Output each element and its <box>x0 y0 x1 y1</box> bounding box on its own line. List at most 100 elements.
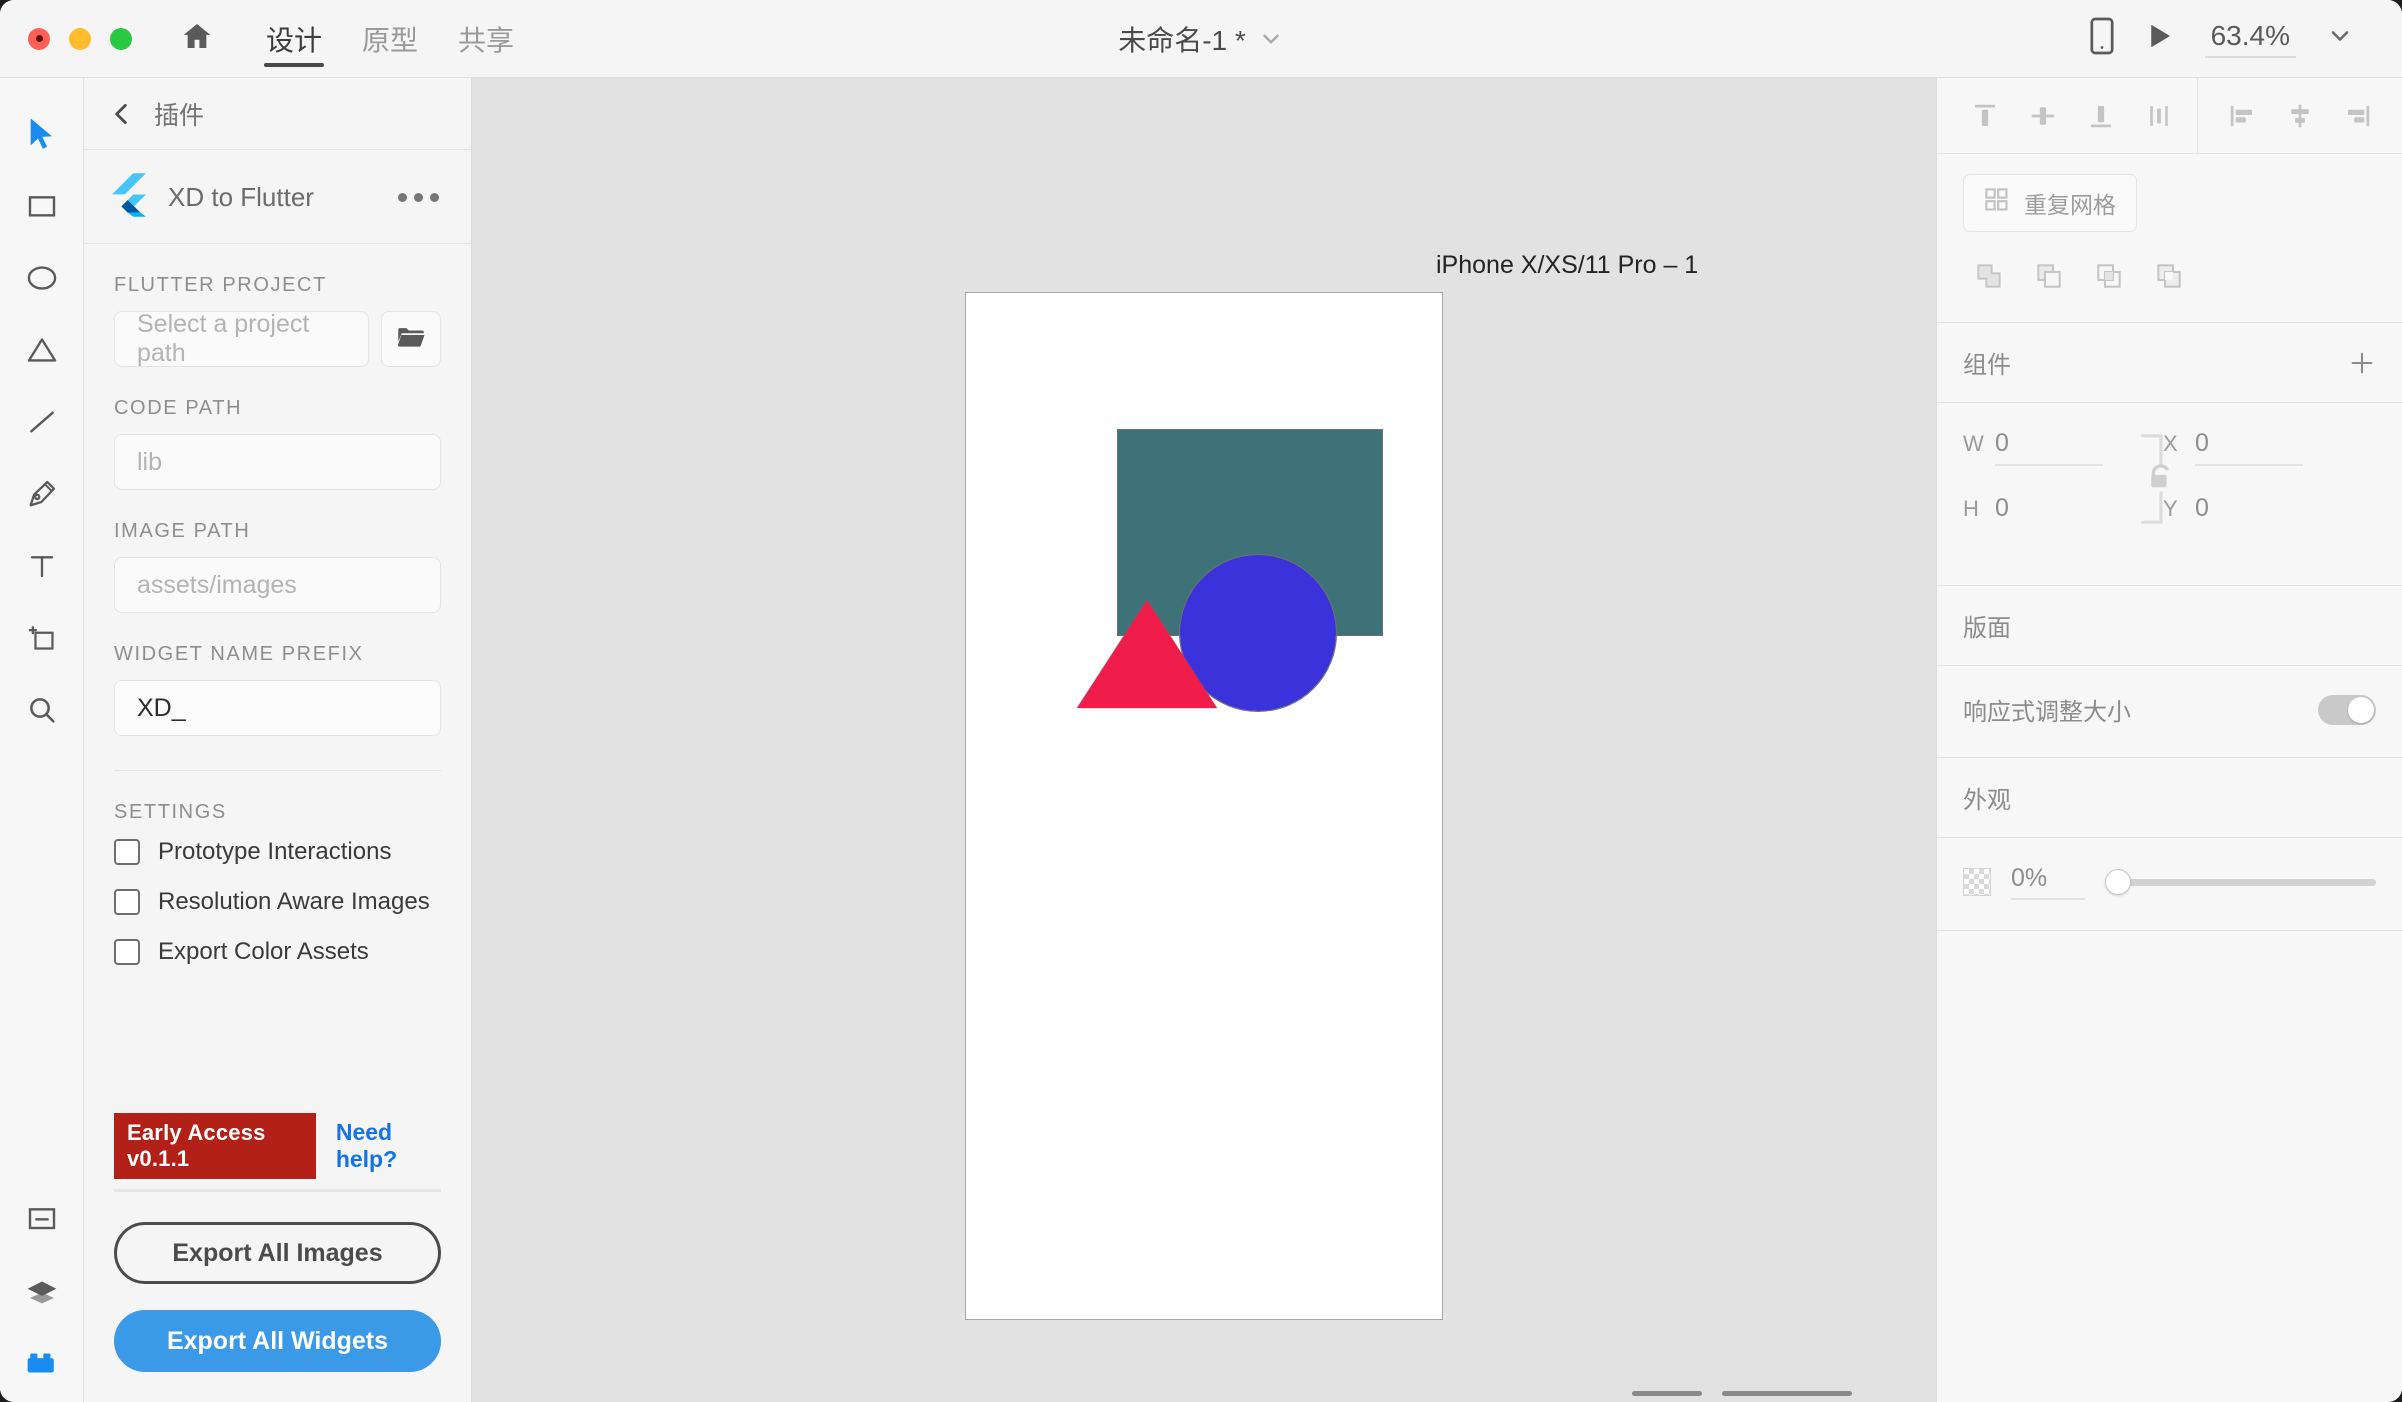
tab-share-label: 共享 <box>458 19 514 59</box>
opacity-slider-track <box>2105 879 2376 886</box>
export-all-widgets-button[interactable]: Export All Widgets <box>114 1310 441 1372</box>
plugin-panel-title: 插件 <box>154 96 204 132</box>
more-options-icon[interactable] <box>392 187 445 208</box>
distribute-horizontal-icon[interactable] <box>2390 90 2402 142</box>
align-bottom-icon[interactable] <box>2075 90 2127 142</box>
project-path-input[interactable]: Select a project path <box>114 311 369 367</box>
rectangle-tool[interactable] <box>10 172 74 244</box>
align-left-icon[interactable] <box>2216 90 2268 142</box>
version-row: Early Access v0.1.1 Need help? <box>114 1113 441 1179</box>
distribute-vertical-icon[interactable] <box>2133 90 2185 142</box>
chevron-left-icon[interactable] <box>110 101 132 127</box>
align-middle-icon[interactable] <box>2017 90 2069 142</box>
width-label: W <box>1963 431 1981 457</box>
scrollbar-thumb-right[interactable] <box>1722 1391 1852 1396</box>
artboard-icon <box>25 622 59 659</box>
mode-tabs: 设计 原型 共享 <box>246 0 534 77</box>
boolean-intersect-icon[interactable] <box>2083 250 2135 302</box>
need-help-link[interactable]: Need help? <box>336 1119 441 1173</box>
checkbox-export-color-assets[interactable] <box>114 939 140 965</box>
export-all-images-button[interactable]: Export All Images <box>114 1222 441 1284</box>
vertical-alignment-group <box>1937 78 2198 153</box>
y-input[interactable]: 0 <box>2195 494 2303 529</box>
folder-open-icon <box>397 325 425 354</box>
align-right-icon[interactable] <box>2332 90 2384 142</box>
text-tool[interactable] <box>10 532 74 604</box>
close-window-button[interactable] <box>28 28 50 50</box>
zoom-level-input[interactable]: 63.4% <box>2205 20 2296 58</box>
boolean-add-icon[interactable] <box>1963 250 2015 302</box>
artboard[interactable] <box>965 292 1443 1320</box>
appearance-section-label: 外观 <box>1963 780 2011 815</box>
document-menu-chevron-down-icon[interactable] <box>1258 26 1284 52</box>
assets-panel-toggle[interactable] <box>10 1186 74 1258</box>
widget-name-prefix-input[interactable]: XD_ <box>114 680 441 736</box>
horizontal-scrollbar[interactable] <box>472 1391 1936 1399</box>
align-center-icon[interactable] <box>2274 90 2326 142</box>
field-label-widget-name-prefix: WIDGET NAME PREFIX <box>114 643 441 666</box>
layers-stack-icon <box>25 1277 59 1312</box>
ellipse-tool[interactable] <box>10 244 74 316</box>
artboard-label[interactable]: iPhone X/XS/11 Pro – 1 <box>1436 251 1698 280</box>
minimize-window-button[interactable] <box>69 28 91 50</box>
checkbox-row-export-color-assets[interactable]: Export Color Assets <box>114 938 441 966</box>
opacity-row: 0% <box>1937 838 2402 931</box>
image-path-input[interactable]: assets/images <box>114 557 441 613</box>
plugin-panel: 插件 XD to Flutter <box>84 78 472 1402</box>
height-input[interactable]: 0 <box>1995 494 2103 529</box>
triangle-shape[interactable] <box>1077 600 1217 708</box>
checkbox-row-prototype-interactions[interactable]: Prototype Interactions <box>114 838 441 866</box>
pen-tool[interactable] <box>10 460 74 532</box>
plus-icon[interactable] <box>2348 349 2376 377</box>
polygon-tool[interactable] <box>10 316 74 388</box>
browse-project-path-button[interactable] <box>381 311 441 367</box>
grid-and-boolean-section: 重复网格 <box>1937 154 2402 323</box>
tab-design[interactable]: 设计 <box>246 0 342 77</box>
artboard-tool[interactable] <box>10 604 74 676</box>
aspect-ratio-lock-button[interactable] <box>2133 433 2189 525</box>
layers-panel-toggle[interactable] <box>10 1258 74 1330</box>
responsive-resize-toggle[interactable] <box>2318 695 2376 725</box>
responsive-resize-label: 响应式调整大小 <box>1963 692 2131 727</box>
components-section-header: 组件 <box>1937 323 2402 403</box>
tab-prototype[interactable]: 原型 <box>342 0 438 77</box>
cursor-arrow-icon <box>27 117 57 156</box>
ellipse-icon <box>25 262 59 299</box>
assets-panel-icon <box>26 1205 58 1240</box>
opacity-input[interactable]: 0% <box>2011 864 2085 900</box>
scrollbar-thumb-left[interactable] <box>1632 1391 1702 1396</box>
responsive-resize-row: 响应式调整大小 <box>1937 666 2402 758</box>
home-button[interactable] <box>174 16 220 62</box>
align-top-icon[interactable] <box>1959 90 2011 142</box>
opacity-slider-knob[interactable] <box>2105 869 2131 895</box>
opacity-slider[interactable] <box>2105 869 2376 895</box>
line-icon <box>26 406 58 443</box>
play-icon[interactable] <box>2145 20 2175 57</box>
field-row-flutter-project: Select a project path <box>114 311 441 367</box>
checkbox-label-prototype-interactions: Prototype Interactions <box>158 838 391 866</box>
zoom-tool[interactable] <box>10 676 74 748</box>
design-canvas[interactable]: iPhone X/XS/11 Pro – 1 <box>472 78 1936 1402</box>
layout-section-label: 版面 <box>1963 608 2011 643</box>
x-input[interactable]: 0 <box>2195 429 2303 466</box>
checkbox-row-resolution-aware-images[interactable]: Resolution Aware Images <box>114 888 441 916</box>
form-divider <box>114 770 441 771</box>
field-label-image-path: IMAGE PATH <box>114 520 441 543</box>
checkbox-resolution-aware-images[interactable] <box>114 889 140 915</box>
repeat-grid-button[interactable]: 重复网格 <box>1963 174 2137 232</box>
plugins-panel-toggle[interactable] <box>10 1330 74 1402</box>
plugin-brick-icon <box>25 1350 59 1383</box>
line-tool[interactable] <box>10 388 74 460</box>
tab-share[interactable]: 共享 <box>438 0 534 77</box>
zoom-chevron-down-icon[interactable] <box>2326 22 2354 55</box>
boolean-exclude-icon[interactable] <box>2143 250 2195 302</box>
width-input[interactable]: 0 <box>1995 429 2103 466</box>
boolean-subtract-icon[interactable] <box>2023 250 2075 302</box>
code-path-input[interactable]: lib <box>114 434 441 490</box>
checkbox-prototype-interactions[interactable] <box>114 839 140 865</box>
maximize-window-button[interactable] <box>110 28 132 50</box>
select-tool[interactable] <box>10 100 74 172</box>
mobile-device-icon[interactable] <box>2089 17 2115 60</box>
main-body: 插件 XD to Flutter <box>0 78 2402 1402</box>
checkbox-label-export-color-assets: Export Color Assets <box>158 938 369 966</box>
